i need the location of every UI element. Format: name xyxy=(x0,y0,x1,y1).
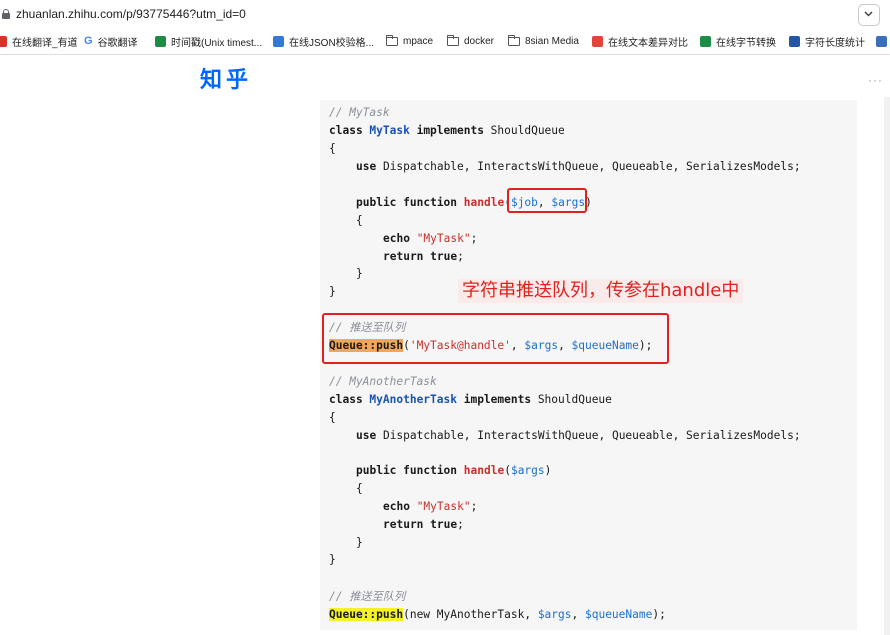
folder-icon xyxy=(508,34,520,46)
code-line: } xyxy=(329,553,336,566)
code-block xyxy=(320,100,857,630)
scrollbar[interactable] xyxy=(884,97,890,635)
code-line: echo "MyTask"; xyxy=(383,232,478,245)
code-line: // 推送至队列 xyxy=(329,590,406,603)
site-header: 知乎 ··· xyxy=(0,55,890,97)
code-line: // MyTask xyxy=(329,106,390,119)
bookmark-byte-convert[interactable]: 在线字节转换 xyxy=(700,28,776,54)
code-line: } xyxy=(329,285,336,298)
code-line: // MyAnotherTask xyxy=(329,375,437,388)
u-icon xyxy=(789,35,800,47)
chevron-down-icon[interactable] xyxy=(858,4,880,26)
code-line: Queue::push(new MyAnotherTask, $args, $q… xyxy=(329,608,666,621)
folder-icon xyxy=(447,34,459,46)
code-line: public function handle($args) xyxy=(356,464,552,477)
diff-icon xyxy=(592,35,603,47)
json-icon xyxy=(273,35,284,47)
code-line: { xyxy=(356,214,363,227)
bookmarks-bar: 在线翻译_有道 G 谷歌翻译 时间戳(Unix timest... 在线JSON… xyxy=(0,28,890,55)
bookmark-folder-docker[interactable]: docker xyxy=(447,28,494,54)
bookmark-folder-mpace[interactable]: mpace xyxy=(386,28,433,54)
code-line: use Dispatchable, InteractsWithQueue, Qu… xyxy=(356,429,801,442)
bookmark-youdao[interactable]: 在线翻译_有道 xyxy=(0,28,78,54)
code-line: class MyTask implements ShouldQueue xyxy=(329,124,565,137)
lock-icon xyxy=(2,9,10,19)
code-line: class MyAnotherTask implements ShouldQue… xyxy=(329,393,612,406)
code-line: { xyxy=(329,411,336,424)
annotation-label: 字符串推送队列，传参在handle中 xyxy=(458,279,744,303)
address-bar[interactable]: zhuanlan.zhihu.com/p/93775446?utm_id=0 xyxy=(0,0,890,28)
timestamp-icon xyxy=(155,35,166,47)
more-icon[interactable]: ··· xyxy=(868,73,883,87)
bookmark-json[interactable]: 在线JSON校验格... xyxy=(273,28,374,54)
code-line: echo "MyTask"; xyxy=(383,500,478,513)
highlight-box-params xyxy=(507,188,587,213)
bookmark-char-count[interactable]: 字符长度统计 xyxy=(789,28,865,54)
code-line: { xyxy=(356,482,363,495)
highlight-box-push xyxy=(322,313,669,364)
zhihu-logo[interactable]: 知乎 xyxy=(200,62,252,94)
pen-icon xyxy=(700,35,711,47)
youdao-icon xyxy=(0,35,7,47)
bookmark-text-diff[interactable]: 在线文本差异对比 xyxy=(592,28,688,54)
code-line: { xyxy=(329,142,336,155)
code-line: } xyxy=(356,267,363,280)
code-line: } xyxy=(356,536,363,549)
bookmark-timestamp[interactable]: 时间戳(Unix timest... xyxy=(155,28,262,54)
bookmark-overflow[interactable] xyxy=(876,28,887,54)
code-line: use Dispatchable, InteractsWithQueue, Qu… xyxy=(356,160,801,173)
code-line: return true; xyxy=(383,250,464,263)
bookmark-folder-8sian[interactable]: 8sian Media xyxy=(508,28,579,54)
google-icon: G xyxy=(84,35,93,47)
url-text[interactable]: zhuanlan.zhihu.com/p/93775446?utm_id=0 xyxy=(16,7,246,21)
bookmark-icon xyxy=(876,35,887,47)
code-line: return true; xyxy=(383,518,464,531)
bookmark-google-translate[interactable]: G 谷歌翻译 xyxy=(84,28,138,54)
folder-icon xyxy=(386,34,398,46)
